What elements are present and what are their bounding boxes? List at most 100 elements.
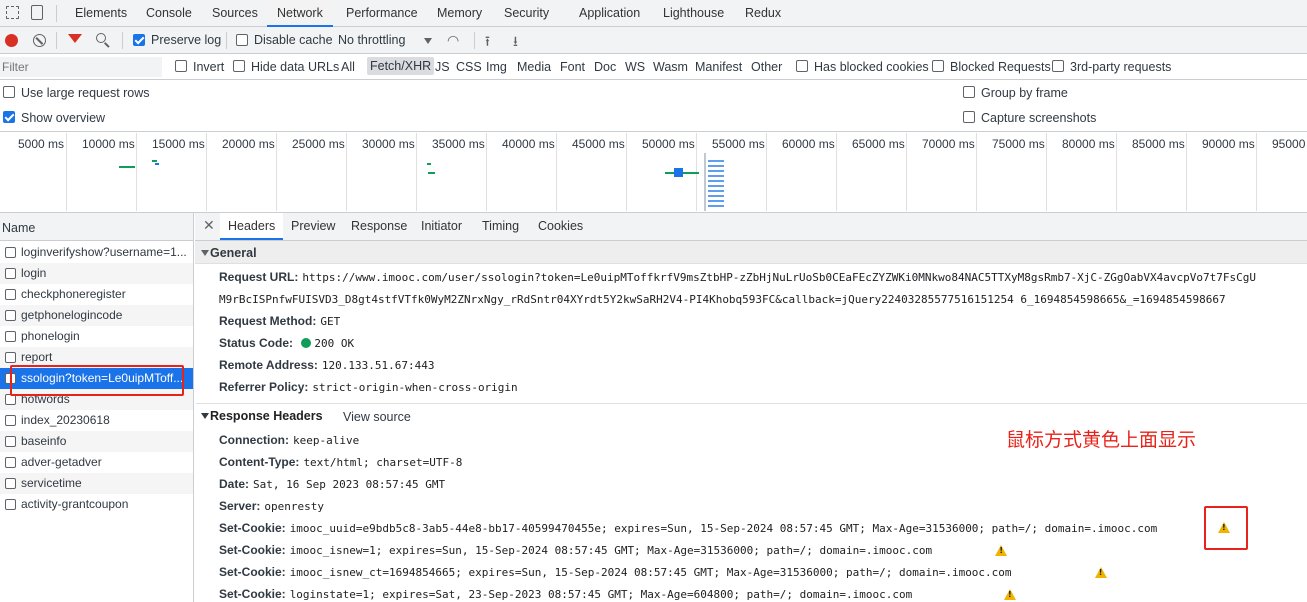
name-column-header[interactable]: Name — [0, 213, 193, 241]
type-filter-all[interactable]: All — [341, 60, 355, 74]
annotation-box-warning — [1204, 506, 1248, 550]
type-filter-font[interactable]: Font — [560, 60, 585, 74]
warning-icon[interactable] — [1094, 567, 1107, 578]
timeline-tick-label: 25000 ms — [292, 137, 345, 151]
device-toolbar-icon[interactable] — [31, 5, 43, 20]
triangle-down-icon — [201, 413, 209, 419]
timeline-tick-label: 35000 ms — [432, 137, 485, 151]
inspect-element-icon[interactable] — [6, 6, 19, 19]
detail-tab-preview[interactable]: Preview — [291, 213, 335, 240]
request-row[interactable]: loginverifyshow?username=1... — [0, 242, 193, 263]
invert-label[interactable]: Invert — [193, 60, 224, 74]
response-header-row: Server: openresty — [219, 495, 324, 517]
request-row-checkbox[interactable] — [5, 268, 16, 279]
type-filter-css[interactable]: CSS — [456, 60, 482, 74]
type-filter-ws[interactable]: WS — [625, 60, 645, 74]
tab-sources[interactable]: Sources — [212, 0, 258, 27]
timeline-tick-label: 20000 ms — [222, 137, 275, 151]
request-name: checkphoneregister — [21, 287, 126, 301]
request-row-checkbox[interactable] — [5, 247, 16, 258]
invert-checkbox[interactable] — [175, 60, 187, 72]
request-row-checkbox[interactable] — [5, 457, 16, 468]
export-har-icon[interactable]: ⭳ — [513, 31, 518, 55]
request-row[interactable]: phonelogin — [0, 326, 193, 347]
record-icon[interactable] — [5, 34, 18, 47]
show-overview-checkbox[interactable] — [3, 111, 15, 123]
type-filter-js[interactable]: JS — [435, 60, 450, 74]
request-row-checkbox[interactable] — [5, 415, 16, 426]
filter-input[interactable] — [0, 57, 162, 77]
request-row[interactable]: getphonelogincode — [0, 305, 193, 326]
third-party-checkbox[interactable] — [1052, 60, 1064, 72]
blocked-cookies-label[interactable]: Has blocked cookies — [814, 60, 929, 74]
request-row[interactable]: adver-getadver — [0, 452, 193, 473]
disable-cache-checkbox[interactable] — [236, 34, 248, 46]
disable-cache-label[interactable]: Disable cache — [254, 33, 333, 47]
filter-icon[interactable] — [68, 34, 82, 43]
capture-screenshots-label[interactable]: Capture screenshots — [981, 111, 1096, 125]
hide-data-urls-label[interactable]: Hide data URLs — [251, 60, 339, 74]
tab-network[interactable]: Network — [267, 0, 333, 27]
network-toolbar: Preserve log Disable cache No throttling… — [0, 27, 1307, 54]
type-filter-doc[interactable]: Doc — [594, 60, 616, 74]
tab-redux[interactable]: Redux — [745, 0, 781, 27]
request-name: adver-getadver — [21, 455, 102, 469]
preserve-log-checkbox[interactable] — [133, 34, 145, 46]
view-source-link[interactable]: View source — [343, 410, 411, 424]
timeline-tick-label: 40000 ms — [502, 137, 555, 151]
request-row[interactable]: baseinfo — [0, 431, 193, 452]
request-row[interactable]: login — [0, 263, 193, 284]
network-conditions-icon[interactable]: ◠ — [447, 32, 459, 49]
tab-lighthouse[interactable]: Lighthouse — [663, 0, 724, 27]
blocked-cookies-checkbox[interactable] — [796, 60, 808, 72]
request-row-checkbox[interactable] — [5, 352, 16, 363]
type-filter-wasm[interactable]: Wasm — [653, 60, 688, 74]
warning-icon[interactable] — [1004, 589, 1017, 600]
request-row-checkbox[interactable] — [5, 478, 16, 489]
type-filter-manifest[interactable]: Manifest — [695, 60, 742, 74]
chevron-down-icon[interactable] — [424, 38, 432, 44]
tab-application[interactable]: Application — [579, 0, 640, 27]
tab-security[interactable]: Security — [504, 0, 549, 27]
show-overview-label[interactable]: Show overview — [21, 111, 105, 125]
request-row-checkbox[interactable] — [5, 499, 16, 510]
type-filter-img[interactable]: Img — [486, 60, 507, 74]
throttling-select[interactable]: No throttling — [338, 33, 405, 47]
request-row-checkbox[interactable] — [5, 331, 16, 342]
detail-tab-timing[interactable]: Timing — [482, 213, 519, 240]
large-rows-label[interactable]: Use large request rows — [21, 86, 150, 100]
import-har-icon[interactable]: ⭱ — [485, 31, 490, 55]
tab-memory[interactable]: Memory — [437, 0, 482, 27]
tab-elements[interactable]: Elements — [75, 0, 127, 27]
general-section-header[interactable]: General — [195, 241, 1307, 264]
request-row-checkbox[interactable] — [5, 310, 16, 321]
request-row[interactable]: activity-grantcoupon — [0, 494, 193, 515]
detail-tab-headers[interactable]: Headers — [220, 213, 284, 240]
tab-console[interactable]: Console — [146, 0, 192, 27]
capture-screenshots-checkbox[interactable] — [963, 111, 975, 123]
tab-performance[interactable]: Performance — [346, 0, 418, 27]
group-by-frame-label[interactable]: Group by frame — [981, 86, 1068, 100]
request-row-checkbox[interactable] — [5, 289, 16, 300]
group-by-frame-checkbox[interactable] — [963, 86, 975, 98]
detail-tab-cookies[interactable]: Cookies — [538, 213, 583, 240]
request-row[interactable]: checkphoneregister — [0, 284, 193, 305]
type-filter-other[interactable]: Other — [751, 60, 782, 74]
warning-icon[interactable] — [995, 545, 1008, 556]
blocked-requests-label[interactable]: Blocked Requests — [950, 60, 1051, 74]
type-filter-fetch-xhr[interactable]: Fetch/XHR — [367, 57, 435, 75]
request-row-checkbox[interactable] — [5, 436, 16, 447]
type-filter-media[interactable]: Media — [517, 60, 551, 74]
response-header-row: Content-Type: text/html; charset=UTF-8 — [219, 451, 462, 473]
detail-tab-initiator[interactable]: Initiator — [421, 213, 462, 240]
detail-tab-response[interactable]: Response — [351, 213, 407, 240]
blocked-requests-checkbox[interactable] — [932, 60, 944, 72]
request-row[interactable]: index_20230618 — [0, 410, 193, 431]
close-icon[interactable]: ✕ — [203, 218, 215, 234]
third-party-label[interactable]: 3rd-party requests — [1070, 60, 1171, 74]
hide-data-urls-checkbox[interactable] — [233, 60, 245, 72]
large-rows-checkbox[interactable] — [3, 86, 15, 98]
overview-timeline[interactable]: 5000 ms 10000 ms 15000 ms 20000 ms 25000 ms 3… — [0, 132, 1307, 213]
request-row[interactable]: servicetime — [0, 473, 193, 494]
preserve-log-label[interactable]: Preserve log — [151, 33, 221, 47]
